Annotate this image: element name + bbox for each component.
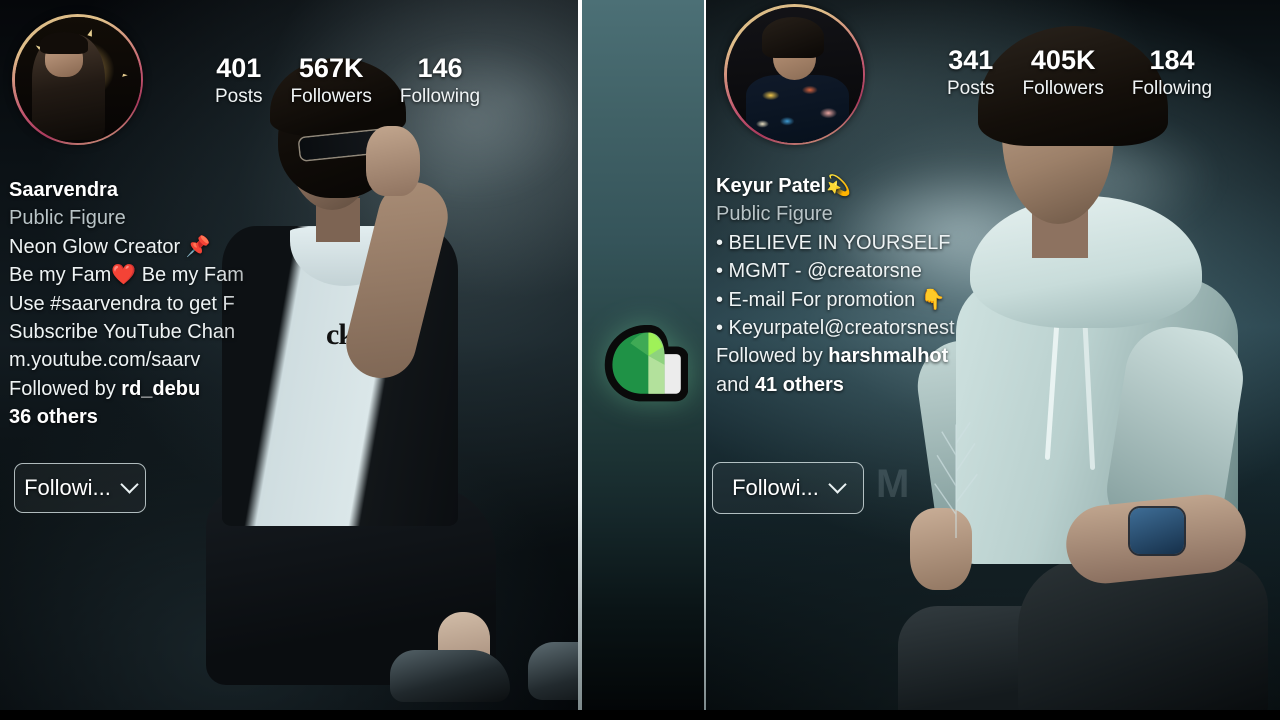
right-stats: 341 Posts 405K Followers 184 Following [933,46,1226,100]
following-button-label: Followi... [732,475,819,500]
stat-following-value: 184 [1149,45,1195,75]
chevron-down-icon [120,474,139,494]
stat-followers-value: 567K [298,53,364,83]
followed-by-prefix: Followed by [9,377,122,400]
divider-line-left [578,0,582,710]
screen-root: ck 401 Posts 567K Followers 146 Followin… [0,0,1280,720]
stat-posts-value: 341 [948,45,994,75]
left-stats: 401 Posts 567K Followers 146 Following [201,54,494,108]
avatar[interactable] [724,4,865,145]
stat-posts-value: 401 [216,53,262,83]
followed-by-line: Followed by harshmalhot [716,342,1076,370]
stat-following-label: Following [1131,78,1213,100]
following-button[interactable]: Followi... [712,462,864,514]
followed-by-line: Followed by rd_debu [9,375,339,403]
profile-category: Public Figure [9,207,126,230]
snapseed-logo-icon [604,325,688,402]
stat-posts[interactable]: 401 Posts [201,54,277,108]
left-bio: Saarvendra Public Figure Neon Glow Creat… [9,176,339,432]
stat-followers-value: 405K [1030,45,1096,75]
bio-line: Neon Glow Creator 📌 [9,235,211,258]
followed-by-others[interactable]: 36 others [9,403,339,431]
following-button[interactable]: Followi... [14,463,146,513]
stat-posts[interactable]: 341 Posts [933,46,1009,100]
profile-name: Saarvendra [9,179,118,201]
bio-line: Subscribe YouTube Chan [9,320,236,343]
left-profile-panel: ck 401 Posts 567K Followers 146 Followin… [0,0,578,710]
right-profile-header: 341 Posts 405K Followers 184 Following [724,4,1226,145]
stat-posts-label: Posts [947,78,995,100]
stat-followers[interactable]: 567K Followers [277,54,386,108]
bio-line: • BELIEVE IN YOURSELF [716,231,951,254]
avatar[interactable] [12,14,143,145]
stat-following-label: Following [399,86,481,108]
left-profile-header: 401 Posts 567K Followers 146 Following [12,14,494,145]
right-bio: Keyur Patel💫 Public Figure • BELIEVE IN … [716,172,1076,399]
bio-line: Use #saarvendra to get F [9,292,235,315]
bio-line-link[interactable]: m.youtube.com/saarv [9,346,339,374]
profile-name: Keyur Patel💫 [716,175,851,197]
followed-by-user[interactable]: rd_debu [121,378,200,400]
following-button-label: Followi... [24,475,111,500]
followed-by-prefix: Followed by [716,345,829,368]
bottom-black-bar [0,710,1280,720]
bio-line: • MGMT - @creatorsne [716,260,922,283]
stat-following[interactable]: 146 Following [386,54,494,108]
stat-following-value: 146 [417,53,463,83]
bio-line: Be my Fam❤️ Be my Fam [9,264,244,287]
followed-by-user[interactable]: harshmalhot [828,345,948,367]
chevron-down-icon [828,474,847,494]
stat-followers-label: Followers [1022,78,1104,100]
profile-category: Public Figure [716,203,833,226]
stat-followers[interactable]: 405K Followers [1009,46,1118,100]
bio-line: • Keyurpatel@creatorsnest [716,316,955,339]
stat-posts-label: Posts [215,86,263,108]
stat-followers-label: Followers [290,86,372,108]
bio-line: • E-mail For promotion 👇 [716,288,946,311]
stat-following[interactable]: 184 Following [1118,46,1226,100]
followed-by-others[interactable]: and 41 others [716,371,1076,399]
